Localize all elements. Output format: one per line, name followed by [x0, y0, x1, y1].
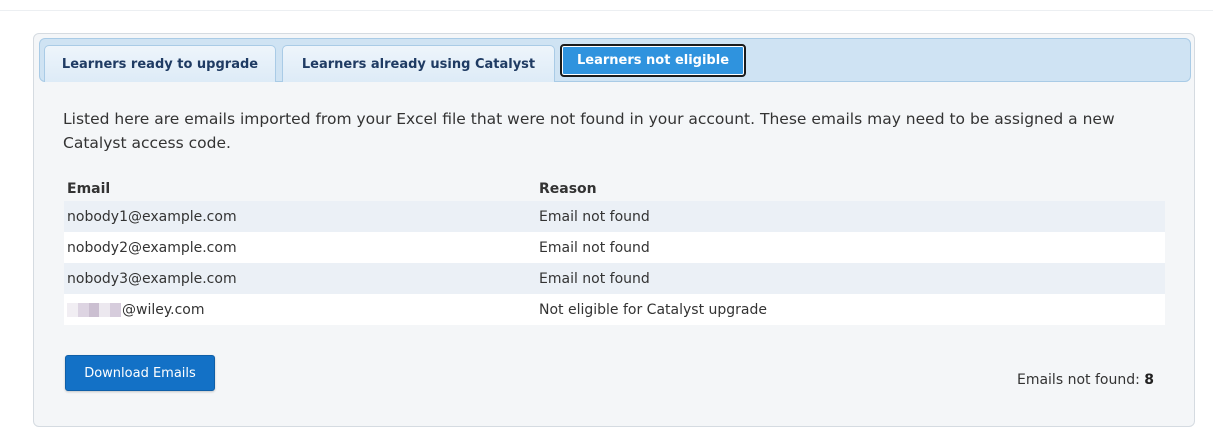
email-cell: nobody2@example.com: [67, 239, 237, 256]
table-row: nobody2@example.com Email not found: [64, 232, 1165, 263]
tab-learners-ready-to-upgrade[interactable]: Learners ready to upgrade: [44, 45, 276, 82]
email-domain: @wiley.com: [122, 301, 205, 318]
tab-learners-already-using-catalyst[interactable]: Learners already using Catalyst: [282, 45, 555, 82]
description-text: Listed here are emails imported from you…: [63, 110, 1115, 152]
table-row: nobody1@example.com Email not found: [64, 201, 1165, 232]
email-column-header: Email: [67, 181, 111, 197]
email-cell: @wiley.com: [64, 302, 539, 318]
email-cell: nobody3@example.com: [67, 270, 237, 287]
redacted-email-prefix: [67, 302, 121, 317]
table-row: nobody3@example.com Email not found: [64, 263, 1165, 294]
reason-column-header: Reason: [539, 181, 597, 197]
emails-not-found-summary: Emails not found: 8: [1017, 372, 1154, 388]
emails-table: Email Reason nobody1@example.com Email n…: [64, 177, 1165, 325]
table-row: @wiley.com Not eligible for Catalyst upg…: [64, 294, 1165, 325]
tab-bar: Learners ready to upgrade Learners alrea…: [39, 38, 1191, 82]
top-divider: [0, 10, 1213, 11]
reason-cell: Not eligible for Catalyst upgrade: [539, 301, 767, 318]
reason-cell: Email not found: [539, 208, 650, 225]
table-header: Email Reason: [64, 177, 1165, 201]
reason-cell: Email not found: [539, 270, 650, 287]
download-emails-button[interactable]: Download Emails: [65, 355, 215, 391]
email-cell: nobody1@example.com: [67, 208, 237, 225]
summary-count: 8: [1144, 372, 1154, 388]
results-panel: Learners ready to upgrade Learners alrea…: [33, 33, 1195, 427]
summary-label: Emails not found:: [1016, 372, 1140, 388]
reason-cell: Email not found: [539, 239, 650, 256]
tab-learners-not-eligible[interactable]: Learners not eligible: [560, 44, 746, 77]
